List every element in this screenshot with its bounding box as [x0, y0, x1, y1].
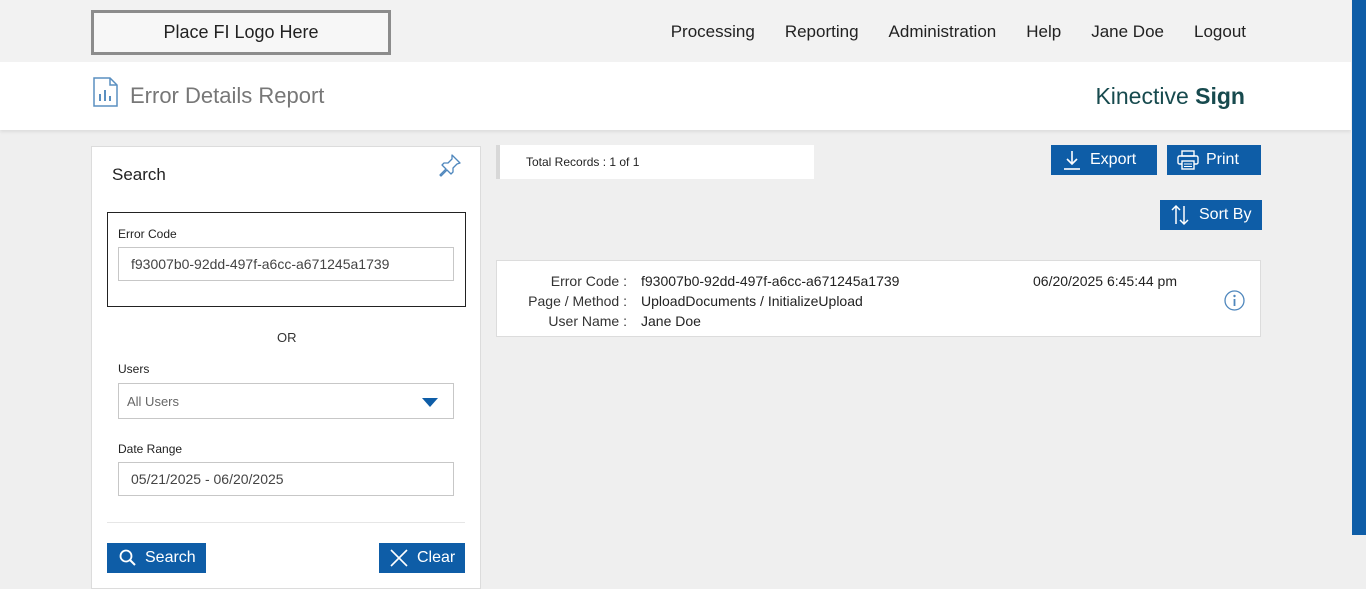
info-icon[interactable] — [1224, 290, 1245, 311]
page-method-field-value: UploadDocuments / InitializeUpload — [641, 293, 863, 309]
nav-item-user-name[interactable]: Jane Doe — [1091, 22, 1164, 42]
date-range-label: Date Range — [118, 442, 183, 456]
nav-item-processing[interactable]: Processing — [671, 22, 755, 42]
clear-button[interactable]: Clear — [379, 543, 465, 573]
printer-icon — [1177, 150, 1199, 170]
error-code-field-label: Error Code : — [550, 273, 627, 289]
error-code-group: Error Code f93007b0-92dd-497f-a6cc-a6712… — [107, 212, 466, 307]
chevron-down-icon — [422, 398, 438, 407]
pin-icon[interactable] — [438, 153, 462, 177]
error-code-field-value: f93007b0-92dd-497f-a6cc-a671245a1739 — [641, 273, 900, 289]
page-title-bar: Error Details Report Kinective Sign — [0, 62, 1351, 130]
clear-button-label: Clear — [417, 549, 456, 566]
or-separator: OR — [277, 330, 297, 345]
page-method-field-label: Page / Method : — [528, 293, 627, 309]
user-name-field-value: Jane Doe — [641, 313, 701, 329]
bar-chart-document-icon — [93, 77, 118, 107]
export-button-label: Export — [1090, 151, 1137, 168]
top-navigation-bar: Place FI Logo Here Processing Reporting … — [0, 0, 1351, 62]
brand-logo: Kinective Sign — [1095, 83, 1245, 110]
nav-item-help[interactable]: Help — [1026, 22, 1061, 42]
users-select-value: All Users — [127, 393, 180, 409]
close-icon — [390, 549, 408, 567]
error-code-label: Error Code — [118, 227, 177, 241]
error-record-card[interactable]: Error Code : f93007b0-92dd-497f-a6cc-a67… — [496, 260, 1261, 337]
error-code-input-value: f93007b0-92dd-497f-a6cc-a671245a1739 — [131, 256, 390, 272]
download-icon — [1064, 151, 1080, 170]
scrollbar-thumb[interactable] — [1352, 0, 1366, 535]
export-button[interactable]: Export — [1051, 145, 1157, 175]
search-button[interactable]: Search — [107, 543, 206, 573]
sort-by-button-label: Sort By — [1199, 206, 1252, 223]
error-code-input[interactable]: f93007b0-92dd-497f-a6cc-a671245a1739 — [118, 247, 454, 281]
total-records-text: Total Records : 1 of 1 — [526, 155, 640, 169]
brand-name-bold: Sign — [1195, 83, 1245, 109]
date-range-input[interactable]: 05/21/2025 - 06/20/2025 — [118, 462, 454, 496]
nav-item-reporting[interactable]: Reporting — [785, 22, 859, 42]
sort-arrows-icon — [1171, 204, 1189, 226]
brand-name-light: Kinective — [1095, 83, 1196, 109]
logo-placeholder-text: Place FI Logo Here — [163, 22, 319, 42]
nav-item-logout[interactable]: Logout — [1194, 22, 1246, 42]
search-panel: Search Error Code f93007b0-92dd-497f-a6c… — [91, 146, 481, 589]
page-scrollbar[interactable] — [1351, 0, 1366, 589]
search-button-label: Search — [145, 549, 196, 566]
page-title: Error Details Report — [130, 83, 325, 108]
panel-divider — [107, 522, 465, 523]
main-nav: Processing Reporting Administration Help… — [671, 22, 1246, 42]
nav-item-administration[interactable]: Administration — [889, 22, 997, 42]
user-name-field-label: User Name : — [548, 313, 627, 329]
search-panel-title: Search — [112, 165, 166, 184]
error-timestamp: 06/20/2025 6:45:44 pm — [1033, 273, 1178, 289]
total-records-indicator: Total Records : 1 of 1 — [496, 145, 814, 179]
print-button-label: Print — [1206, 151, 1239, 168]
print-button[interactable]: Print — [1167, 145, 1261, 175]
users-label: Users — [118, 362, 150, 376]
fi-logo-placeholder: Place FI Logo Here — [91, 10, 391, 55]
sort-by-button[interactable]: Sort By — [1160, 200, 1262, 230]
search-icon — [119, 549, 136, 566]
date-range-input-value: 05/21/2025 - 06/20/2025 — [131, 471, 284, 487]
users-select[interactable]: All Users — [118, 383, 454, 419]
